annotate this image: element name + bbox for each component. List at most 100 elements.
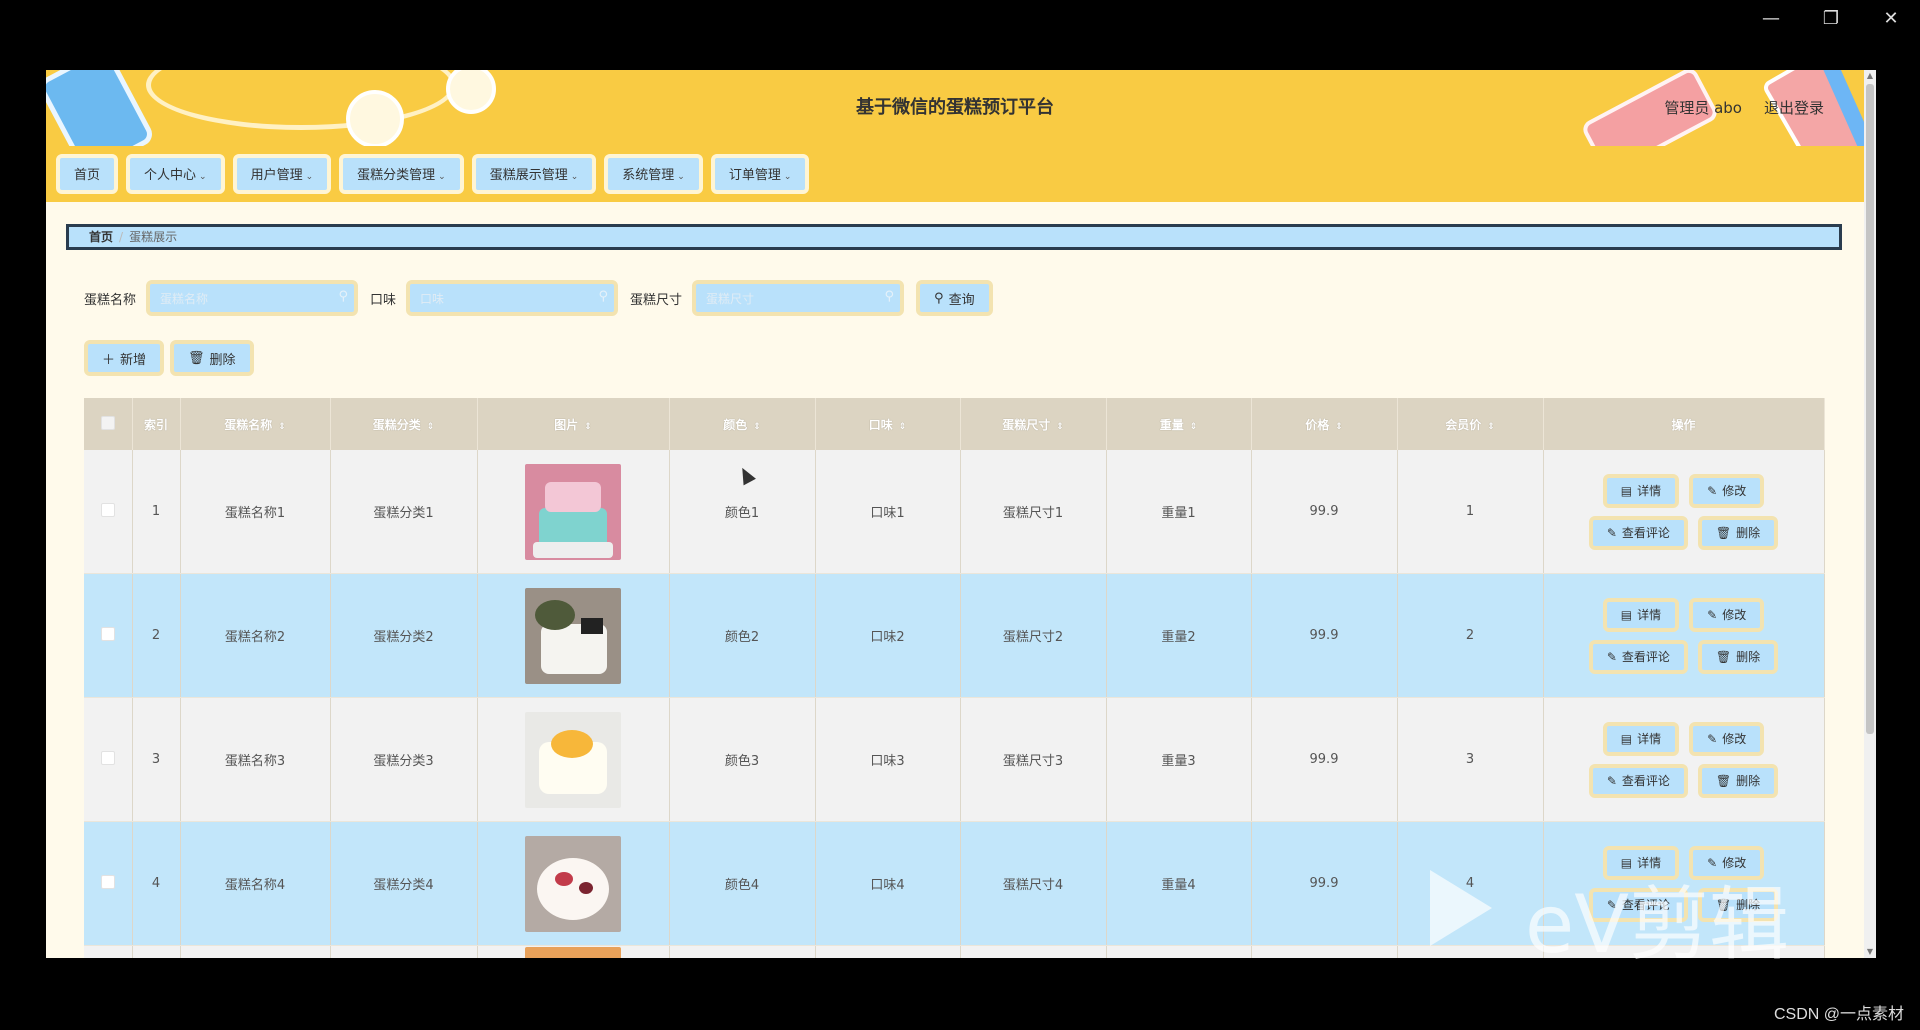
query-button[interactable]: ⚲ 查询 [916, 280, 993, 316]
batch-delete-button-label: 删除 [209, 352, 236, 368]
nav-user-management[interactable]: 用户管理 ⌄ [232, 154, 332, 194]
detail-button[interactable]: ▤ 详情 [1602, 845, 1680, 880]
query-button-label: 查询 [948, 292, 975, 308]
browser-viewport: 基于微信的蛋糕预订平台 管理员 abo 退出登录 首页 个人中心 ⌄ 用户管理 ⌄ … [46, 70, 1876, 958]
col-weight[interactable]: 重量 ⇕ [1106, 398, 1252, 450]
delete-button[interactable]: 🗑 删除 [1697, 639, 1779, 674]
breadcrumb-home[interactable]: 首页 [89, 230, 113, 244]
col-member-price[interactable]: 会员价 ⇕ [1397, 398, 1544, 450]
search-icon: ⚲ [598, 289, 609, 304]
actions-cell: ▤ 详情 ✎ 修改 ✎ 查看评论 🗑 删除 [1543, 821, 1825, 946]
sort-icon[interactable]: ⇕ [1487, 422, 1495, 432]
close-icon[interactable]: ✕ [1880, 8, 1902, 29]
col-label: 口味 [868, 417, 893, 432]
edit-button[interactable]: ✎ 修改 [1689, 597, 1765, 632]
flavor-input[interactable] [410, 284, 593, 314]
sort-icon[interactable]: ⇕ [1056, 422, 1064, 432]
cake-image[interactable] [525, 835, 621, 932]
detail-button[interactable]: ▤ 详情 [1602, 721, 1680, 756]
cake-image[interactable] [525, 711, 621, 808]
detail-button[interactable]: ▤ 详情 [1602, 597, 1680, 632]
sort-icon[interactable]: ⇕ [753, 422, 761, 432]
logout-link[interactable]: 退出登录 [1764, 70, 1824, 146]
flavor-cell: 口味1 [815, 450, 961, 574]
breadcrumb-separator: / [119, 230, 124, 244]
cake-image[interactable] [525, 947, 621, 958]
sort-icon[interactable]: ⇕ [427, 422, 435, 432]
scroll-up-icon[interactable]: ▲ [1865, 71, 1875, 81]
cake-name-field[interactable]: ⚲ [146, 280, 359, 316]
table-row: 1 蛋糕名称1 蛋糕分类1 颜色1 口味1 蛋糕尺寸1 重量1 99.9 1 ▤… [84, 450, 1825, 574]
delete-button[interactable]: 🗑 删除 [1697, 887, 1779, 922]
category-cell: 蛋糕分类1 [330, 450, 478, 574]
size-cell: 蛋糕尺寸3 [960, 697, 1107, 822]
image-cell [477, 450, 670, 574]
nav-label: 蛋糕展示管理 [489, 168, 568, 183]
row-checkbox[interactable] [100, 750, 115, 765]
col-color[interactable]: 颜色 ⇕ [669, 398, 816, 450]
col-price[interactable]: 价格 ⇕ [1251, 398, 1398, 450]
view-comments-button[interactable]: ✎ 查看评论 [1588, 515, 1688, 550]
edit-button[interactable]: ✎ 修改 [1689, 721, 1765, 756]
cake-image[interactable] [525, 463, 621, 560]
flavor-field[interactable]: ⚲ [406, 280, 619, 316]
minimize-icon[interactable]: — [1760, 8, 1782, 29]
nav-cake-display-management[interactable]: 蛋糕展示管理 ⌄ [471, 154, 597, 194]
view-comments-button[interactable]: ✎ 查看评论 [1588, 763, 1688, 798]
add-button[interactable]: ＋新增 [84, 340, 165, 376]
cake-image[interactable] [525, 587, 621, 684]
col-image[interactable]: 图片 ⇕ [477, 398, 670, 450]
scrollbar-thumb[interactable] [1866, 84, 1874, 734]
category-cell [330, 945, 478, 958]
document-icon: ▤ [1620, 855, 1633, 870]
sort-icon[interactable]: ⇕ [584, 422, 592, 432]
nav-home[interactable]: 首页 [56, 154, 119, 194]
add-button-label: 新增 [120, 352, 147, 368]
nav-system-management[interactable]: 系统管理 ⌄ [604, 154, 703, 194]
cake-size-input[interactable] [696, 284, 879, 314]
view-comments-button[interactable]: ✎ 查看评论 [1588, 887, 1688, 922]
batch-delete-button[interactable]: 🗑 删除 [170, 340, 254, 376]
cake-name-input[interactable] [150, 284, 333, 314]
site-header: 基于微信的蛋糕预订平台 管理员 abo 退出登录 [46, 70, 1864, 146]
chevron-down-icon: ⌄ [305, 172, 314, 182]
col-label: 操作 [1671, 417, 1696, 432]
row-select-cell [84, 450, 133, 574]
actions-cell: ▤ 详情 ✎ 修改 ✎ 查看评论 🗑 删除 [1543, 450, 1825, 574]
restore-icon[interactable]: ❐ [1820, 8, 1842, 29]
delete-button-label: 删除 [1736, 898, 1761, 912]
col-flavor[interactable]: 口味 ⇕ [815, 398, 961, 450]
row-select-cell [84, 573, 133, 698]
sort-icon[interactable]: ⇕ [1190, 422, 1198, 432]
row-checkbox[interactable] [100, 502, 115, 517]
edit-button[interactable]: ✎ 修改 [1689, 473, 1765, 508]
delete-button[interactable]: 🗑 删除 [1697, 763, 1779, 798]
col-category[interactable]: 蛋糕分类 ⇕ [330, 398, 478, 450]
edit-icon: ✎ [1606, 897, 1617, 912]
nav-label: 订单管理 [728, 168, 781, 183]
sort-icon[interactable]: ⇕ [899, 422, 907, 432]
table-row: 4 蛋糕名称4 蛋糕分类4 颜色4 口味4 蛋糕尺寸4 重量4 99.9 4 ▤… [84, 821, 1825, 946]
sort-icon[interactable]: ⇕ [1335, 422, 1343, 432]
edit-button[interactable]: ✎ 修改 [1689, 845, 1765, 880]
row-checkbox[interactable] [100, 626, 115, 641]
search-icon: ⚲ [884, 289, 895, 304]
col-label: 重量 [1159, 417, 1184, 432]
nav-personal-center[interactable]: 个人中心 ⌄ [126, 154, 225, 194]
view-comments-button[interactable]: ✎ 查看评论 [1588, 639, 1688, 674]
row-checkbox[interactable] [100, 874, 115, 889]
vertical-scrollbar[interactable]: ▲ ▼ [1864, 70, 1876, 958]
nav-category-management[interactable]: 蛋糕分类管理 ⌄ [339, 154, 464, 194]
col-size[interactable]: 蛋糕尺寸 ⇕ [960, 398, 1107, 450]
image-cell [477, 697, 670, 822]
cake-size-field[interactable]: ⚲ [692, 280, 905, 316]
select-all-checkbox[interactable] [100, 415, 115, 430]
nav-order-management[interactable]: 订单管理 ⌄ [710, 154, 810, 194]
weight-cell: 重量1 [1106, 450, 1252, 574]
delete-button[interactable]: 🗑 删除 [1697, 515, 1779, 550]
col-name[interactable]: 蛋糕名称 ⇕ [180, 398, 331, 450]
detail-button[interactable]: ▤ 详情 [1602, 473, 1680, 508]
scroll-down-icon[interactable]: ▼ [1865, 947, 1875, 957]
sort-icon[interactable]: ⇕ [278, 422, 286, 432]
image-cell [477, 573, 670, 698]
